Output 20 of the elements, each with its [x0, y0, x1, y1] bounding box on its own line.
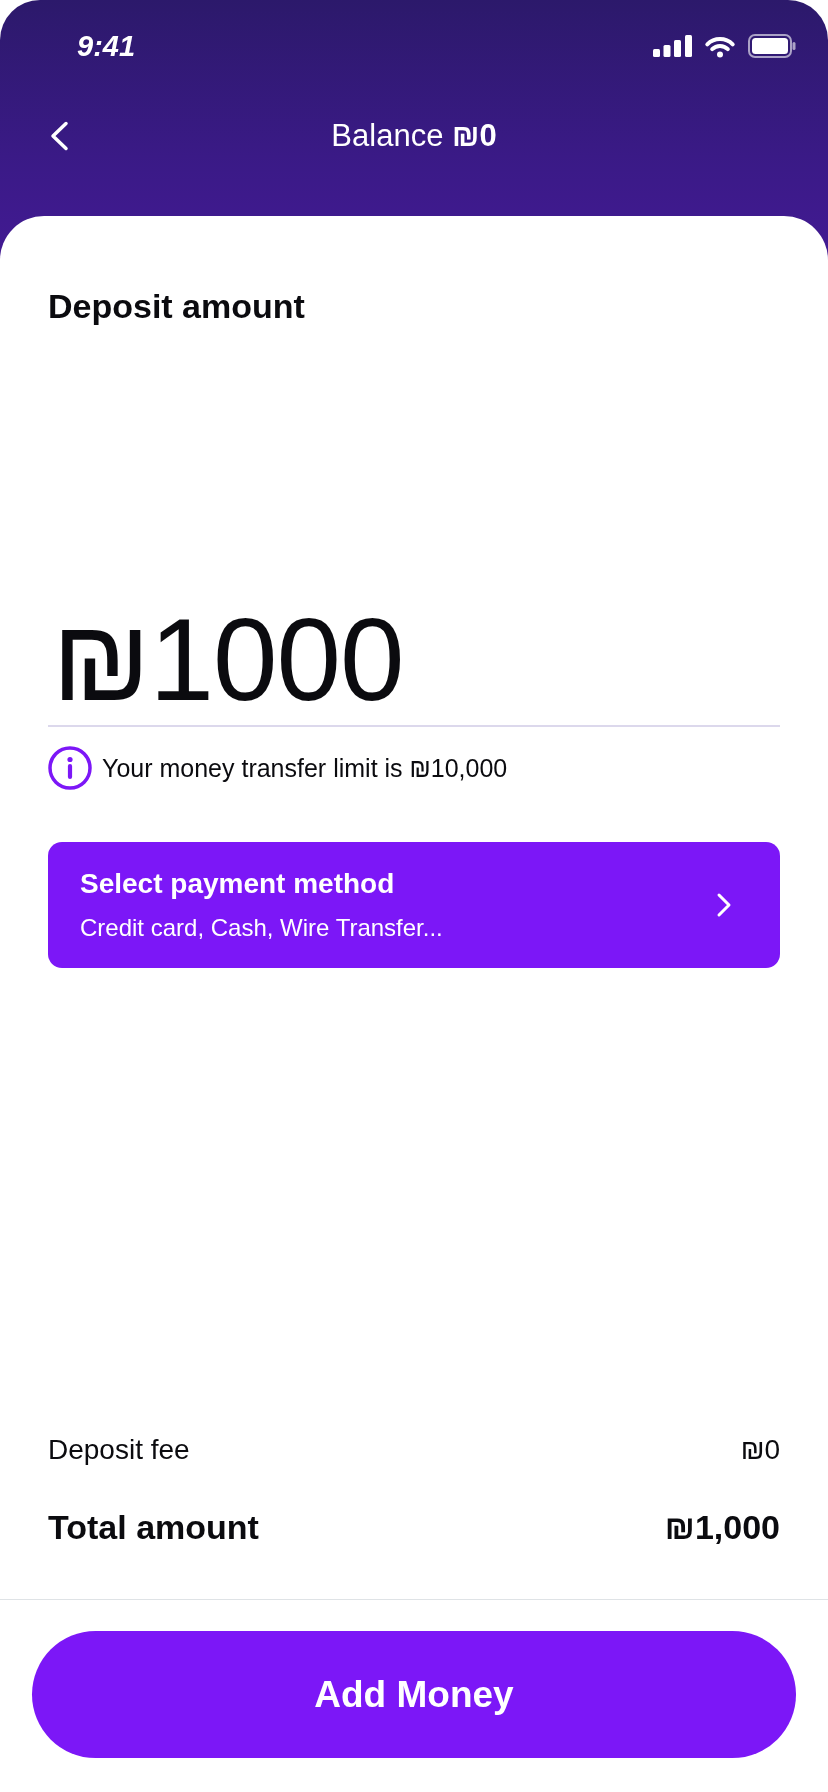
- summary-value: ₪0: [740, 1433, 780, 1467]
- payment-method-button[interactable]: Select payment method Credit card, Cash, Wire Transfer...: [48, 842, 780, 968]
- info-icon: [48, 746, 92, 790]
- summary-value: ₪1,000: [664, 1507, 780, 1548]
- chevron-left-icon: [49, 121, 69, 151]
- header-title: Balance ₪0: [331, 117, 497, 155]
- summary-label: Deposit fee: [48, 1433, 190, 1467]
- summary-label: Total amount: [48, 1507, 259, 1548]
- payment-method-title: Select payment method: [80, 867, 396, 901]
- battery-icon: [748, 34, 796, 58]
- status-time: 9:41: [77, 29, 136, 63]
- signal-icon: [653, 34, 692, 58]
- chevron-right-icon: [716, 892, 732, 918]
- amount-field[interactable]: ₪1000: [48, 595, 780, 727]
- back-button[interactable]: [49, 121, 69, 151]
- wifi-icon: [704, 34, 736, 58]
- limit-note: Your money transfer limit is ₪10,000: [102, 753, 508, 784]
- section-title: Deposit amount: [48, 286, 306, 326]
- payment-method-subtitle: Credit card, Cash, Wire Transfer...: [80, 913, 443, 943]
- add-money-button[interactable]: Add Money: [32, 1631, 796, 1758]
